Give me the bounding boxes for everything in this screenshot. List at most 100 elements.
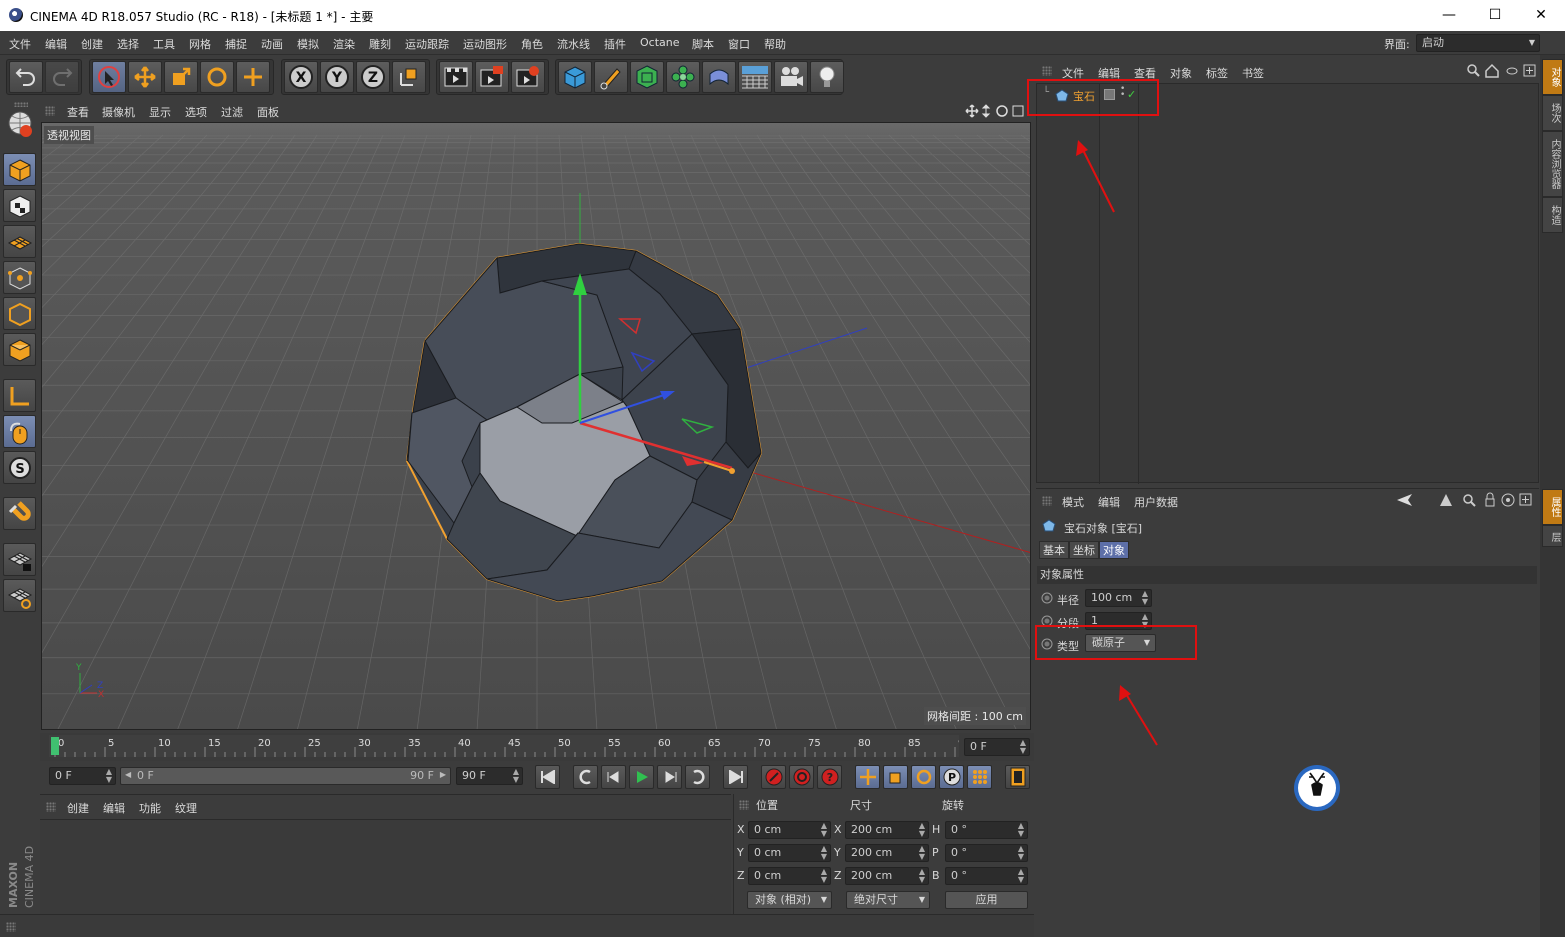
range-right-arrow[interactable]: ▶	[440, 770, 446, 779]
rotation-b-field[interactable]: 0 ° ▲ ▼	[945, 867, 1028, 885]
model-mode-button[interactable]	[3, 153, 36, 186]
objmgr-menu-objects[interactable]: 对象	[1170, 65, 1192, 81]
objmgr-menu-bookmarks[interactable]: 书签	[1242, 65, 1264, 81]
end-frame-field[interactable]: 90 F ▲ ▼	[456, 767, 523, 785]
next-frame-button[interactable]	[657, 765, 682, 789]
z-axis-lock-button[interactable]: Z	[356, 61, 390, 93]
snap-button[interactable]	[3, 497, 36, 530]
side-tab-objects[interactable]: 对象	[1542, 59, 1563, 95]
subdivision-surface-button[interactable]	[630, 61, 664, 93]
deformer-button[interactable]	[702, 61, 736, 93]
viewport-menu-cameras[interactable]: 摄像机	[102, 104, 135, 120]
layout-dropdown[interactable]: 启动 ▼	[1416, 34, 1540, 52]
play-button[interactable]	[629, 765, 654, 789]
menu-animate[interactable]: 动画	[261, 36, 283, 52]
material-menu-create[interactable]: 创建	[67, 800, 89, 816]
workplane-mode-button[interactable]	[3, 225, 36, 258]
rotate-button[interactable]	[200, 61, 234, 93]
menu-script[interactable]: 脚本	[692, 36, 714, 52]
menu-select[interactable]: 选择	[117, 36, 139, 52]
playhead[interactable]	[51, 737, 59, 755]
position-x-field[interactable]: 0 cm ▲ ▼	[748, 821, 831, 839]
menu-snap[interactable]: 捕捉	[225, 36, 247, 52]
cube-object-button[interactable]	[558, 61, 592, 93]
previous-frame-button[interactable]	[601, 765, 626, 789]
menu-edit[interactable]: 编辑	[45, 36, 67, 52]
coordinate-system-button[interactable]	[392, 61, 426, 93]
go-to-start-button[interactable]	[535, 765, 560, 789]
workplane-lock-button[interactable]	[3, 543, 36, 576]
size-x-field[interactable]: 200 cm ▲ ▼	[845, 821, 929, 839]
current-frame-field[interactable]: 0 F ▲ ▼	[964, 738, 1030, 756]
frame-range-slider[interactable]: ◀ 0 F 90 F ▶	[120, 767, 451, 785]
next-key-button[interactable]	[685, 765, 710, 789]
material-menu-texture[interactable]: 纹理	[175, 800, 197, 816]
menu-sculpt[interactable]: 雕刻	[369, 36, 391, 52]
polygons-mode-button[interactable]	[3, 333, 36, 366]
menu-simulate[interactable]: 模拟	[297, 36, 319, 52]
timeline-ruler[interactable]: 051015202530354045505560657075808590	[49, 735, 971, 757]
viewport-menu-panel[interactable]: 面板	[257, 104, 279, 120]
texture-mode-button[interactable]	[3, 189, 36, 222]
go-to-end-button[interactable]	[723, 765, 748, 789]
x-axis-lock-button[interactable]: X	[284, 61, 318, 93]
live-select-button[interactable]	[92, 61, 126, 93]
scale-button[interactable]	[164, 61, 198, 93]
tab-coordinates[interactable]: 坐标	[1069, 541, 1099, 559]
menu-create[interactable]: 创建	[81, 36, 103, 52]
size-mode-dropdown[interactable]: 绝对尺寸 ▼	[846, 891, 930, 909]
tab-object[interactable]: 对象	[1099, 541, 1129, 559]
size-y-field[interactable]: 200 cm ▲ ▼	[845, 844, 929, 862]
start-frame-field[interactable]: 0 F ▲ ▼	[49, 767, 116, 785]
points-mode-button[interactable]	[3, 261, 36, 294]
side-tab-structure[interactable]: 构造	[1542, 197, 1563, 233]
viewport-menu-options[interactable]: 选项	[185, 104, 207, 120]
tab-basic[interactable]: 基本	[1039, 541, 1069, 559]
record-active-objects-button[interactable]	[761, 765, 786, 789]
menu-window[interactable]: 窗口	[728, 36, 750, 52]
render-picture-viewer-button[interactable]	[475, 61, 509, 93]
axis-mode-button[interactable]	[3, 379, 36, 412]
key-parameter-button[interactable]: P	[939, 765, 964, 789]
menu-mesh[interactable]: 网格	[189, 36, 211, 52]
minimize-button[interactable]: —	[1434, 4, 1464, 26]
transform-button[interactable]	[236, 61, 270, 93]
key-scale-button[interactable]	[883, 765, 908, 789]
render-view-button[interactable]	[439, 61, 473, 93]
range-left-arrow[interactable]: ◀	[125, 770, 131, 779]
material-menu-edit[interactable]: 编辑	[103, 800, 125, 816]
autokey-button[interactable]	[789, 765, 814, 789]
attr-menu-mode[interactable]: 模式	[1062, 494, 1084, 510]
side-tab-takes[interactable]: 场次	[1542, 95, 1563, 131]
menu-file[interactable]: 文件	[9, 36, 31, 52]
timeline-window-button[interactable]	[1005, 765, 1030, 789]
objmgr-header-icons[interactable]	[1466, 63, 1538, 79]
solo-mode-button[interactable]: S	[3, 451, 36, 484]
attr-menu-user-data[interactable]: 用户数据	[1134, 494, 1178, 510]
pen-tool-button[interactable]	[594, 61, 628, 93]
redo-button[interactable]	[45, 61, 79, 93]
cloner-button[interactable]	[666, 61, 700, 93]
rotation-p-field[interactable]: 0 ° ▲ ▼	[945, 844, 1028, 862]
viewport-menu-view[interactable]: 查看	[67, 104, 89, 120]
floor-button[interactable]	[738, 61, 772, 93]
undo-button[interactable]	[9, 61, 43, 93]
make-editable-button[interactable]	[3, 107, 36, 140]
menu-render[interactable]: 渲染	[333, 36, 355, 52]
coordinate-mode-dropdown[interactable]: 对象 (相对) ▼	[747, 891, 832, 909]
viewport-menu-filter[interactable]: 过滤	[221, 104, 243, 120]
menu-character[interactable]: 角色	[521, 36, 543, 52]
key-position-button[interactable]	[855, 765, 880, 789]
tweak-mode-button[interactable]	[3, 415, 36, 448]
side-tab-content-browser[interactable]: 内容浏览器	[1542, 131, 1563, 197]
material-menu-function[interactable]: 功能	[139, 800, 161, 816]
timeline[interactable]: 051015202530354045505560657075808590 0 F…	[40, 733, 1034, 761]
position-z-field[interactable]: 0 cm ▲ ▼	[748, 867, 831, 885]
maximize-button[interactable]: ☐	[1480, 4, 1510, 26]
objmgr-menu-tags[interactable]: 标签	[1206, 65, 1228, 81]
radius-field[interactable]: 100 cm ▲ ▼	[1085, 589, 1152, 607]
camera-button[interactable]	[774, 61, 808, 93]
workplane-snap-button[interactable]	[3, 579, 36, 612]
rotation-h-field[interactable]: 0 ° ▲ ▼	[945, 821, 1028, 839]
viewport-nav-icons[interactable]	[965, 103, 1029, 119]
